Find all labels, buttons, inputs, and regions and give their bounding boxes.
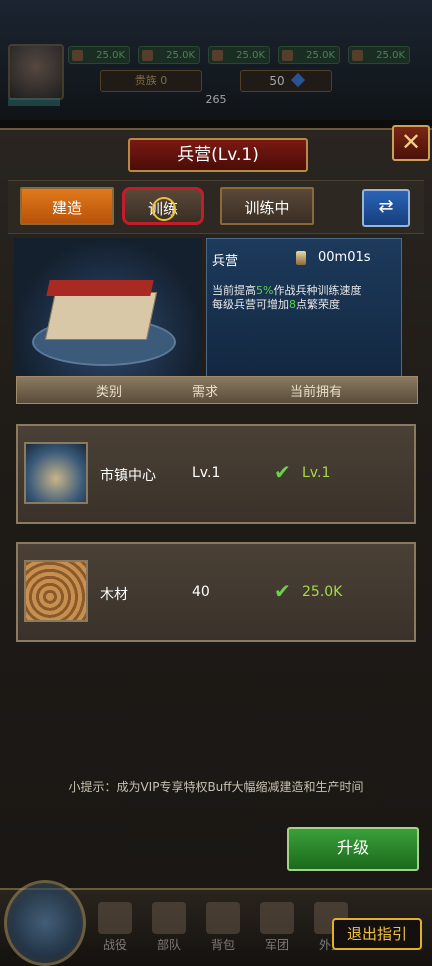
hourglass-icon — [296, 251, 306, 265]
row-name: 木材 — [100, 587, 128, 603]
world-map-button[interactable] — [4, 880, 86, 966]
upgrade-button[interactable]: 升级 — [287, 827, 419, 871]
gem-icon — [290, 72, 305, 88]
row-have: 25.0K — [302, 584, 343, 600]
header-requirement: 需求 — [192, 385, 219, 400]
building-description: 当前提高5%作战兵种训练速度 每级兵营可增加8点繁荣度 — [212, 284, 398, 312]
barracks-roof — [46, 280, 154, 296]
resource-wood[interactable]: 25.0K — [138, 46, 200, 64]
close-icon: ✕ — [400, 128, 422, 156]
row-need: 40 — [192, 584, 210, 600]
town-center-icon — [24, 442, 88, 504]
swap-icon: ⇄ — [378, 196, 394, 217]
nav-campaign[interactable]: 战役 — [90, 902, 140, 956]
iron-icon — [282, 50, 293, 61]
wood-icon — [24, 560, 88, 622]
resource-stone[interactable]: 25.0K — [208, 46, 270, 64]
header-category: 类别 — [96, 385, 123, 400]
nav-backpack[interactable]: 背包 — [198, 902, 248, 956]
resource-iron[interactable]: 25.0K — [278, 46, 340, 64]
resource-food[interactable]: 25.0K — [68, 46, 130, 64]
resource-silver[interactable]: 25.0K — [348, 46, 410, 64]
backpack-icon — [206, 902, 240, 934]
desc-line-2: 每级兵营可增加8点繁荣度 — [212, 298, 340, 311]
player-exp-bar — [8, 98, 60, 106]
stone-icon — [212, 50, 223, 61]
troops-icon — [152, 902, 186, 934]
power-value: 265 — [205, 93, 227, 106]
gem-counter[interactable]: 50 — [240, 70, 332, 92]
legion-icon — [260, 902, 294, 934]
building-name: 兵营 — [212, 254, 239, 269]
barracks-building-image — [44, 292, 158, 340]
row-need: Lv.1 — [192, 465, 221, 481]
campaign-icon — [98, 902, 132, 934]
exit-guide-button[interactable]: 退出指引 — [332, 918, 422, 950]
tab-build[interactable]: 建造 — [20, 187, 114, 225]
row-have: Lv.1 — [302, 465, 331, 481]
header-owned: 当前拥有 — [290, 385, 343, 400]
tip-text: 小提示：成为VIP专享特权Buff大幅缩减建造和生产时间 — [68, 780, 364, 794]
build-timer: 00m01s — [318, 250, 371, 265]
check-icon: ✔ — [274, 460, 291, 484]
swap-button[interactable]: ⇄ — [362, 189, 410, 227]
player-avatar[interactable] — [8, 44, 64, 100]
nobility-badge[interactable]: 贵族 0 — [100, 70, 202, 92]
food-icon — [72, 50, 83, 61]
wood-icon — [142, 50, 153, 61]
tab-training[interactable]: 训练中 — [220, 187, 314, 225]
nav-troops[interactable]: 部队 — [144, 902, 194, 956]
close-button[interactable]: ✕ — [392, 125, 430, 161]
row-name: 市镇中心 — [100, 468, 156, 484]
nav-legion[interactable]: 军团 — [252, 902, 302, 956]
panel-title: 兵营(Lv.1) — [128, 138, 308, 172]
desc-line-1: 当前提高5%作战兵种训练速度 — [212, 284, 362, 297]
check-icon: ✔ — [274, 579, 291, 603]
train-highlight-ring-icon — [152, 197, 176, 221]
silver-icon — [352, 50, 363, 61]
